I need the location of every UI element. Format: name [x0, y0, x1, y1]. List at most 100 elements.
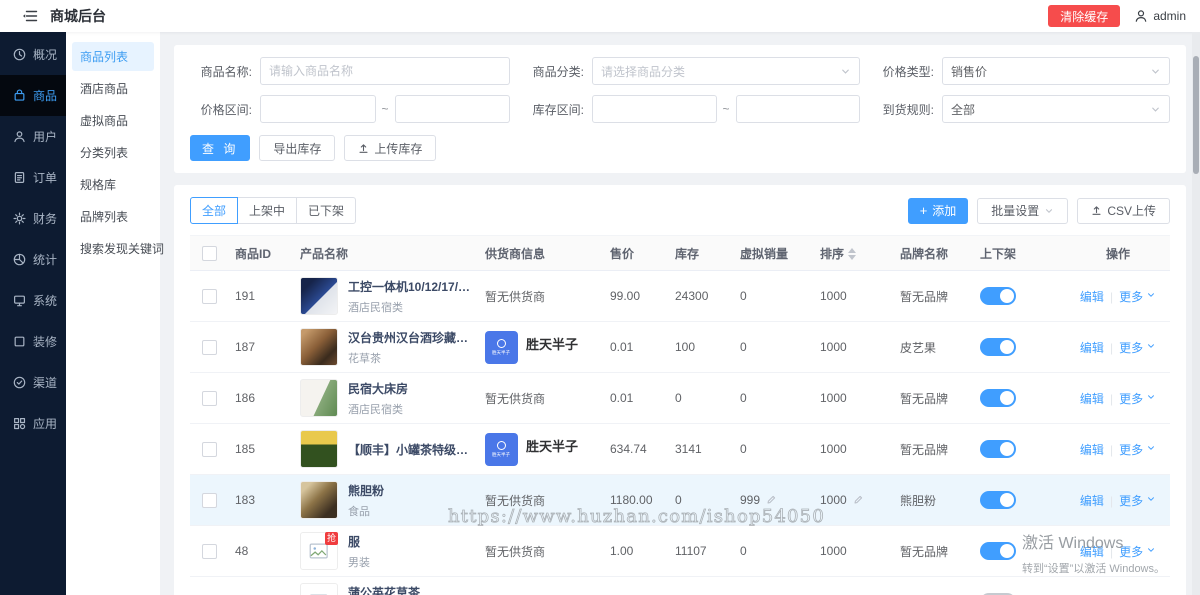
edit-virtual-sales-icon[interactable] — [766, 494, 777, 505]
column-header: 库存 — [669, 235, 734, 271]
product-image — [300, 328, 338, 366]
sidebar-item-order[interactable]: 订单 — [0, 157, 66, 198]
submenu-item-product-list[interactable]: 商品列表 — [72, 42, 154, 71]
upload-stock-button[interactable]: 上传库存 — [344, 135, 437, 161]
column-header: 排序 — [814, 235, 894, 271]
scrollbar-track[interactable] — [1192, 32, 1200, 595]
product-category: 男装 — [348, 556, 370, 569]
product-name-link[interactable]: 民宿大床房 — [348, 380, 408, 397]
edit-link[interactable]: 编辑 — [1080, 545, 1104, 559]
edit-link[interactable]: 编辑 — [1080, 341, 1104, 355]
cell-product-id: 48 — [229, 525, 294, 577]
sidebar-item-overview[interactable]: 概况 — [0, 34, 66, 75]
cell-sort: 1000 — [814, 576, 894, 595]
product-name-link[interactable]: 【顺丰】小罐茶特级龙... — [348, 441, 473, 458]
sidebar-item-apps[interactable]: 应用 — [0, 403, 66, 444]
tab-全部[interactable]: 全部 — [190, 197, 239, 224]
more-link[interactable]: 更多 — [1119, 494, 1156, 508]
sidebar-item-stats[interactable]: 统计 — [0, 239, 66, 280]
more-link[interactable]: 更多 — [1119, 392, 1156, 406]
sidebar-item-label: 财务 — [33, 212, 58, 226]
batch-settings-button[interactable]: 批量设置 — [977, 197, 1069, 224]
cell-virtual-sales: 0 — [734, 423, 814, 475]
product-image — [300, 583, 338, 595]
arrival-rule-select[interactable]: 全部 — [942, 95, 1170, 123]
price-type-select[interactable]: 销售价 — [942, 57, 1170, 85]
sidebar-item-finance[interactable]: 财务 — [0, 198, 66, 239]
sidebar-item-channel[interactable]: 渠道 — [0, 362, 66, 403]
sidebar-item-label: 订单 — [33, 171, 58, 185]
product-name-link[interactable]: 熊胆粉 — [348, 482, 384, 499]
more-link[interactable]: 更多 — [1119, 290, 1156, 304]
on-sale-toggle[interactable] — [980, 389, 1016, 407]
user-menu[interactable]: admin — [1134, 9, 1186, 23]
submenu-item-hotel-product[interactable]: 酒店商品 — [72, 74, 154, 103]
more-link[interactable]: 更多 — [1119, 545, 1156, 559]
cell-sort: 1000 — [814, 270, 894, 322]
on-sale-toggle[interactable] — [980, 287, 1016, 305]
sidebar-item-system[interactable]: 系统 — [0, 280, 66, 321]
csv-upload-button[interactable]: CSV上传 — [1077, 197, 1170, 224]
cell-brand: 暂无品牌 — [894, 372, 974, 424]
export-stock-button[interactable]: 导出库存 — [259, 135, 336, 161]
edit-link[interactable]: 编辑 — [1080, 392, 1104, 406]
scrollbar-thumb[interactable] — [1193, 56, 1199, 174]
submenu-item-category-list[interactable]: 分类列表 — [72, 138, 154, 167]
sidebar-item-decorate[interactable]: 装修 — [0, 321, 66, 362]
sidebar-item-user[interactable]: 用户 — [0, 116, 66, 157]
submenu-item-search-keywords[interactable]: 搜索发现关键词 — [72, 234, 164, 263]
stock-min-input[interactable] — [601, 102, 708, 116]
row-checkbox[interactable] — [202, 288, 217, 304]
column-header: 商品ID — [229, 235, 294, 271]
cell-brand: 暂无品牌 — [894, 270, 974, 322]
category-select[interactable]: 请选择商品分类 — [592, 57, 860, 85]
price-max-input[interactable] — [403, 102, 502, 116]
submenu-item-virtual-product[interactable]: 虚拟商品 — [72, 106, 154, 135]
more-link[interactable]: 更多 — [1119, 341, 1156, 355]
cell-supplier: 暂无供货商 — [479, 525, 604, 577]
product-name-link[interactable]: 服 — [348, 533, 370, 550]
submenu-item-brand-list[interactable]: 品牌列表 — [72, 202, 154, 231]
tab-上架中[interactable]: 上架中 — [237, 197, 298, 224]
search-button[interactable]: 查 询 — [190, 135, 251, 161]
row-checkbox[interactable] — [202, 543, 217, 559]
cell-stock: 0 — [669, 372, 734, 424]
tab-已下架[interactable]: 已下架 — [296, 197, 357, 224]
menu-fold-icon[interactable] — [22, 8, 38, 24]
row-checkbox[interactable] — [202, 390, 217, 406]
on-sale-toggle[interactable] — [980, 491, 1016, 509]
product-name-link[interactable]: 蒲公英花草茶 — [348, 584, 420, 595]
add-button[interactable]: + 添加 — [907, 197, 969, 224]
cell-brand: 北京同仁堂 — [894, 576, 974, 595]
on-sale-toggle[interactable] — [980, 440, 1016, 458]
row-checkbox[interactable] — [202, 339, 217, 355]
cell-brand: 熊胆粉 — [894, 474, 974, 526]
chevron-down-icon — [1150, 104, 1161, 115]
check-circle-icon — [13, 376, 26, 389]
clear-cache-button[interactable]: 清除缓存 — [1048, 5, 1121, 27]
submenu-item-spec-lib[interactable]: 规格库 — [72, 170, 154, 199]
cell-sort: 1000 — [814, 474, 894, 526]
row-checkbox[interactable] — [202, 492, 217, 508]
chevron-down-icon — [1150, 66, 1161, 77]
price-min-input[interactable] — [269, 102, 367, 116]
stock-max-input[interactable] — [744, 102, 852, 116]
on-sale-toggle[interactable] — [980, 542, 1016, 560]
sort-icon[interactable] — [848, 248, 857, 261]
sidebar-item-product[interactable]: 商品 — [0, 75, 66, 116]
edit-link[interactable]: 编辑 — [1080, 494, 1104, 508]
edit-link[interactable]: 编辑 — [1080, 290, 1104, 304]
product-name-link[interactable]: 工控一体机10/12/17/1... — [348, 278, 473, 295]
filter-panel: 商品名称: 商品分类: 请选择商品分类 价格类型: 销售价 — [174, 45, 1186, 173]
more-link[interactable]: 更多 — [1119, 443, 1156, 457]
on-sale-toggle[interactable] — [980, 338, 1016, 356]
sidebar-item-label: 应用 — [33, 417, 58, 431]
row-checkbox[interactable] — [202, 441, 217, 457]
cell-stock: 4 — [669, 576, 734, 595]
select-all-checkbox[interactable] — [202, 245, 217, 261]
cell-brand: 皮艺果 — [894, 321, 974, 373]
product-name-input[interactable] — [269, 64, 501, 78]
edit-sort-icon[interactable] — [853, 494, 864, 505]
edit-link[interactable]: 编辑 — [1080, 443, 1104, 457]
product-name-link[interactable]: 汉台贵州汉台酒珍藏30... — [348, 329, 473, 346]
